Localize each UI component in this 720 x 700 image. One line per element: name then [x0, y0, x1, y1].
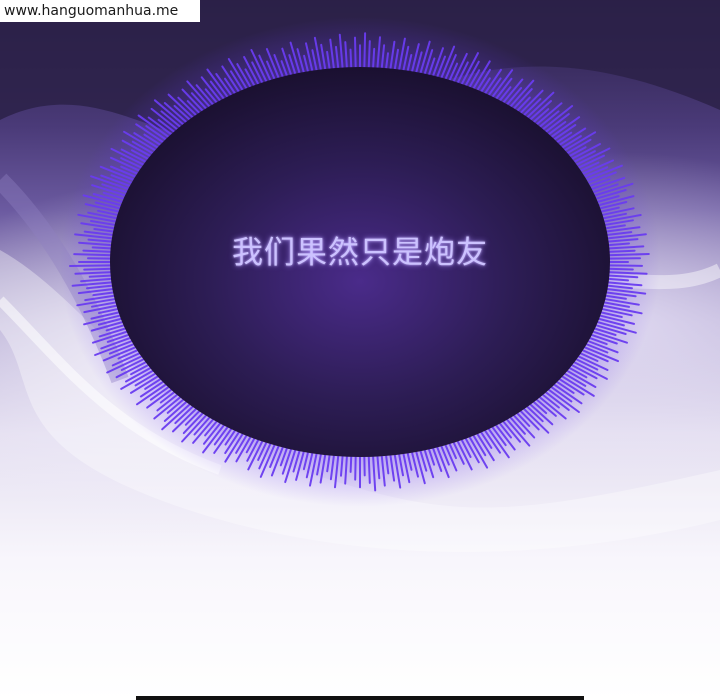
orb-spike [607, 264, 643, 267]
orb-spike [367, 453, 371, 484]
orb-spike [367, 40, 371, 71]
orb-spike [349, 48, 353, 71]
orb-spike [91, 246, 114, 250]
orb-spike [82, 249, 114, 253]
orb-spike [88, 274, 114, 278]
orb-spike [354, 454, 357, 481]
orb-spike [354, 36, 357, 70]
divider-bar [136, 696, 584, 700]
spiky-dark-orb-icon [60, 17, 660, 507]
speech-caption: 我们果然只是炮友 [232, 235, 488, 271]
orb-spike [606, 267, 634, 271]
orb-spike [349, 453, 353, 473]
orb-spike [69, 264, 113, 267]
orb-spike [606, 249, 636, 253]
comic-panel-background [0, 0, 720, 700]
orb-spike [363, 32, 367, 70]
orb-spike [372, 47, 376, 71]
watermark: www.hanguomanhua.me [0, 0, 200, 22]
orb-spike [83, 267, 114, 271]
orb-spike [73, 253, 114, 257]
orb-spike [606, 253, 650, 257]
